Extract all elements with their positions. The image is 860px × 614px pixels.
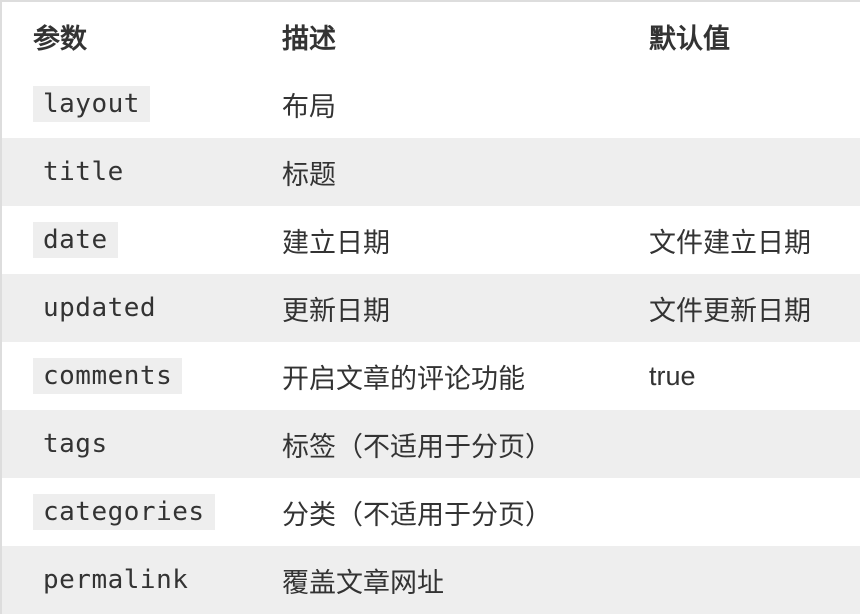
default-cell: 文件建立日期: [649, 227, 811, 258]
param-code: permalink: [43, 565, 189, 595]
default-cell: [647, 70, 860, 138]
description-cell: 更新日期: [282, 295, 390, 327]
table-row: title 标题: [2, 138, 860, 206]
default-cell: [647, 138, 860, 206]
front-matter-params-table: 参数 描述 默认值 layout 布局 title 标题 date 建立日期 文…: [2, 2, 860, 614]
param-cell: date: [2, 206, 282, 274]
description-cell: 建立日期: [282, 227, 390, 259]
param-cell: permalink: [2, 546, 282, 614]
table-row: categories 分类（不适用于分页）: [2, 478, 860, 546]
param-cell: categories: [2, 478, 282, 546]
param-code: layout: [33, 86, 150, 122]
param-code: title: [43, 157, 124, 187]
table-row: updated 更新日期 文件更新日期: [2, 274, 860, 342]
header-param: 参数: [33, 23, 87, 55]
default-cell: [647, 546, 860, 614]
description-cell: 布局: [282, 91, 336, 123]
table-body: layout 布局 title 标题 date 建立日期 文件建立日期 upda…: [2, 70, 860, 614]
header-default: 默认值: [649, 23, 730, 55]
table-row: layout 布局: [2, 70, 860, 138]
param-cell: title: [2, 138, 282, 206]
param-code: tags: [43, 429, 108, 459]
param-cell: updated: [2, 274, 282, 342]
table-row: permalink 覆盖文章网址: [2, 546, 860, 614]
table-row: comments 开启文章的评论功能 true: [2, 342, 860, 410]
param-cell: layout: [2, 70, 282, 138]
table-row: tags 标签（不适用于分页）: [2, 410, 860, 478]
description-cell: 标签（不适用于分页）: [282, 431, 552, 463]
param-code: date: [33, 222, 118, 258]
header-description: 描述: [282, 23, 336, 55]
default-cell: [647, 410, 860, 478]
param-cell: tags: [2, 410, 282, 478]
description-cell: 分类（不适用于分页）: [282, 499, 552, 531]
default-cell: 文件更新日期: [649, 295, 811, 326]
description-cell: 覆盖文章网址: [282, 567, 444, 599]
param-code: updated: [43, 293, 157, 323]
table-row: date 建立日期 文件建立日期: [2, 206, 860, 274]
param-code: categories: [33, 494, 215, 530]
table-header: 参数 描述 默认值: [2, 2, 860, 70]
default-cell: [647, 478, 860, 546]
description-cell: 开启文章的评论功能: [282, 363, 525, 395]
front-matter-params-table-container: 参数 描述 默认值 layout 布局 title 标题 date 建立日期 文…: [0, 0, 860, 614]
param-code: comments: [33, 358, 183, 394]
description-cell: 标题: [282, 159, 336, 191]
table-header-row: 参数 描述 默认值: [2, 2, 860, 70]
param-cell: comments: [2, 342, 282, 410]
default-cell: true: [649, 360, 696, 391]
